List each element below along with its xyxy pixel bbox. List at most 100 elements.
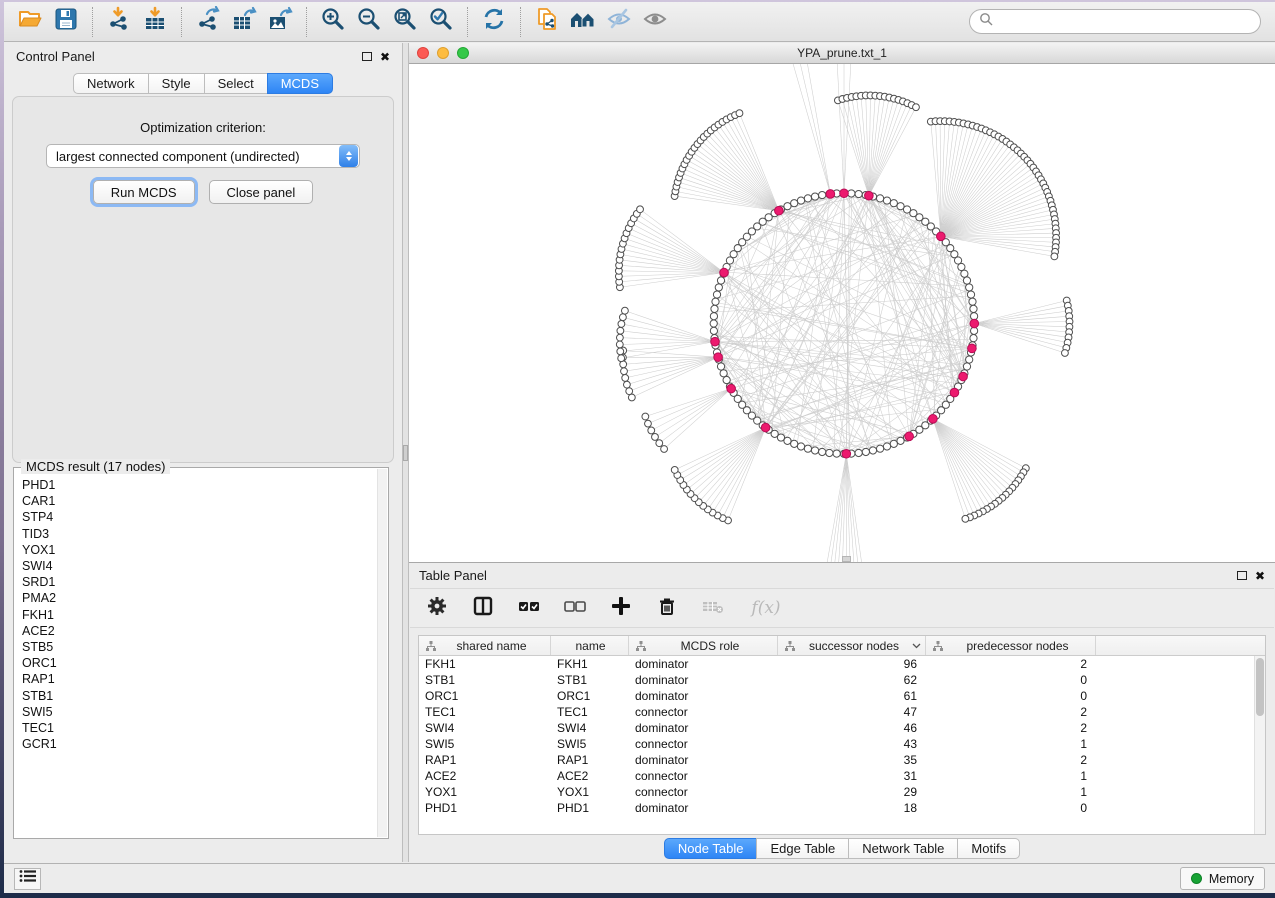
graph-node[interactable] — [711, 305, 718, 312]
float-panel-icon[interactable] — [362, 52, 372, 61]
mcds-list-scrollbar[interactable] — [377, 469, 387, 837]
graph-hub-node[interactable] — [929, 415, 938, 424]
mcds-node-item[interactable]: TID3 — [22, 526, 376, 542]
show-panels-button[interactable] — [14, 868, 41, 890]
table-row[interactable]: ACE2ACE2connector311 — [419, 768, 1265, 784]
graph-node[interactable] — [862, 448, 869, 455]
mcds-node-item[interactable]: TEC1 — [22, 720, 376, 736]
function-builder-button[interactable]: f(x) — [746, 595, 786, 621]
table-row[interactable]: STB1STB1dominator620 — [419, 672, 1265, 688]
graph-node[interactable] — [963, 277, 970, 284]
horizontal-splitter-grip[interactable] — [842, 556, 851, 562]
graph-hub-node[interactable] — [937, 232, 946, 241]
graph-hub-node[interactable] — [720, 268, 729, 277]
graph-node[interactable] — [855, 449, 862, 456]
delete-table-button[interactable] — [700, 595, 726, 621]
graph-leaf-node[interactable] — [1051, 253, 1058, 260]
zoom-in-button[interactable] — [315, 6, 351, 38]
graph-leaf-node[interactable] — [962, 515, 969, 522]
graph-node[interactable] — [961, 270, 968, 277]
graph-node[interactable] — [876, 195, 883, 202]
mcds-node-item[interactable]: FKH1 — [22, 607, 376, 623]
graph-leaf-node[interactable] — [616, 334, 623, 341]
splitter-grip[interactable] — [403, 445, 408, 461]
graph-node[interactable] — [890, 200, 897, 207]
column-header-predecessor-nodes[interactable]: predecessor nodes — [926, 636, 1096, 655]
table-scrollbar[interactable] — [1254, 656, 1265, 834]
export-image-button[interactable] — [262, 6, 298, 38]
graph-node[interactable] — [969, 298, 976, 305]
export-network-button[interactable] — [190, 6, 226, 38]
graph-node[interactable] — [819, 448, 826, 455]
graph-hub-node[interactable] — [959, 372, 968, 381]
column-header-shared-name[interactable]: shared name — [419, 636, 551, 655]
table-row[interactable]: SWI4SWI4dominator462 — [419, 720, 1265, 736]
mcds-node-item[interactable]: SWI5 — [22, 704, 376, 720]
delete-column-button[interactable] — [654, 595, 680, 621]
graph-node[interactable] — [717, 363, 724, 370]
graph-node[interactable] — [710, 320, 717, 327]
column-header-MCDS-role[interactable]: MCDS role — [629, 636, 778, 655]
mcds-node-item[interactable]: ACE2 — [22, 623, 376, 639]
tab-select[interactable]: Select — [204, 73, 268, 94]
graph-leaf-node[interactable] — [736, 110, 743, 117]
graph-node[interactable] — [967, 291, 974, 298]
tab-node-table[interactable]: Node Table — [664, 838, 758, 859]
table-row[interactable]: YOX1YOX1connector291 — [419, 784, 1265, 800]
table-row[interactable]: PHD1PHD1dominator180 — [419, 800, 1265, 816]
graph-leaf-node[interactable] — [661, 446, 668, 453]
first-neighbors-button[interactable] — [565, 6, 601, 38]
graph-node[interactable] — [883, 443, 890, 450]
graph-node[interactable] — [833, 450, 840, 457]
graph-hub-node[interactable] — [711, 337, 720, 346]
graph-node[interactable] — [811, 447, 818, 454]
select-all-rows-button[interactable] — [516, 595, 542, 621]
mcds-node-item[interactable]: RAP1 — [22, 671, 376, 687]
mcds-result-list[interactable]: PHD1CAR1STP4TID3YOX1SWI4SRD1PMA2FKH1ACE2… — [15, 471, 376, 837]
graph-leaf-node[interactable] — [618, 321, 625, 328]
tab-edge-table[interactable]: Edge Table — [756, 838, 849, 859]
show-all-button[interactable] — [637, 6, 673, 38]
tab-network[interactable]: Network — [73, 73, 149, 94]
zoom-selected-button[interactable] — [423, 6, 459, 38]
duplicate-network-button[interactable] — [529, 6, 565, 38]
column-header-name[interactable]: name — [551, 636, 629, 655]
graph-leaf-node[interactable] — [619, 314, 626, 321]
close-panel-icon[interactable]: ✖ — [380, 51, 390, 63]
network-canvas[interactable] — [409, 64, 1275, 562]
graph-hub-node[interactable] — [775, 206, 784, 215]
mcds-node-item[interactable]: STP4 — [22, 509, 376, 525]
graph-hub-node[interactable] — [840, 189, 849, 198]
graph-node[interactable] — [883, 197, 890, 204]
mcds-node-item[interactable]: STB5 — [22, 639, 376, 655]
graph-node[interactable] — [804, 195, 811, 202]
graph-node[interactable] — [966, 356, 973, 363]
graph-leaf-node[interactable] — [617, 327, 624, 334]
graph-node[interactable] — [804, 445, 811, 452]
window-maximize-icon[interactable] — [457, 47, 469, 59]
graph-node[interactable] — [797, 197, 804, 204]
graph-hub-node[interactable] — [865, 191, 874, 200]
search-field[interactable] — [969, 9, 1261, 34]
table-row[interactable]: SWI5SWI5connector431 — [419, 736, 1265, 752]
refresh-button[interactable] — [476, 6, 512, 38]
graph-hub-node[interactable] — [826, 190, 835, 199]
open-session-button[interactable] — [12, 6, 48, 38]
graph-node[interactable] — [712, 298, 719, 305]
graph-node[interactable] — [966, 284, 973, 291]
graph-node[interactable] — [958, 263, 965, 270]
memory-button[interactable]: Memory — [1180, 867, 1265, 890]
graph-node[interactable] — [720, 370, 727, 377]
mcds-node-item[interactable]: YOX1 — [22, 542, 376, 558]
graph-leaf-node[interactable] — [616, 341, 623, 348]
table-row[interactable]: FKH1FKH1dominator962 — [419, 656, 1265, 672]
graph-node[interactable] — [819, 191, 826, 198]
graph-node[interactable] — [710, 313, 717, 320]
graph-leaf-node[interactable] — [623, 381, 630, 388]
graph-node[interactable] — [797, 443, 804, 450]
vertical-splitter[interactable] — [402, 43, 409, 862]
table-row[interactable]: RAP1RAP1dominator352 — [419, 752, 1265, 768]
table-settings-button[interactable] — [424, 595, 450, 621]
graph-node[interactable] — [811, 193, 818, 200]
graph-hub-node[interactable] — [970, 319, 979, 328]
